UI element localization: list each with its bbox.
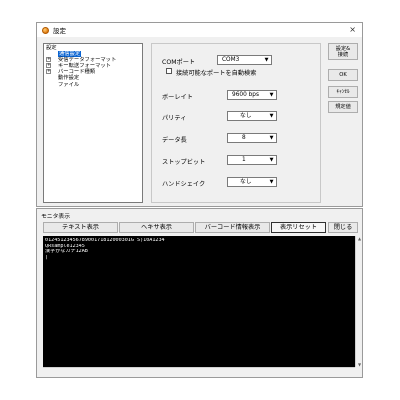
auto-search-checkbox[interactable] bbox=[166, 68, 172, 74]
monitor-title: モニタ表示 bbox=[41, 214, 70, 220]
defaults-button[interactable]: 規定値 bbox=[328, 101, 358, 113]
barcode-info-button[interactable]: バーコード情報表示 bbox=[195, 222, 270, 233]
auto-search-label: 接続可能なポートを自動検索 bbox=[176, 70, 257, 77]
baud-rate-label: ボーレイト bbox=[162, 94, 193, 101]
settings-titlebar: 設定 × bbox=[37, 23, 362, 37]
chevron-down-icon: ▼ bbox=[269, 157, 274, 163]
baud-rate-select[interactable]: 9600 bps ▼ bbox=[227, 90, 277, 100]
expand-icon[interactable]: + bbox=[46, 69, 51, 75]
handshake-label: ハンドシェイク bbox=[162, 181, 206, 188]
chevron-down-icon: ▼ bbox=[269, 135, 274, 141]
hex-view-button[interactable]: ヘキサ表示 bbox=[119, 222, 194, 233]
handshake-select[interactable]: なし ▼ bbox=[227, 177, 277, 187]
tree-item-file[interactable]: ファイル bbox=[46, 82, 140, 88]
monitor-console[interactable]: 0124512345678900171812000301G S)10A1234 … bbox=[43, 236, 355, 367]
horizontal-scrollbar[interactable] bbox=[43, 367, 355, 374]
chevron-down-icon: ▼ bbox=[269, 113, 274, 119]
reset-view-button[interactable]: 表示リセット bbox=[271, 222, 326, 233]
comm-settings-panel: COMポート COM3 ▼ 接続可能なポートを自動検索 ボーレイト 9600 b… bbox=[151, 43, 321, 203]
com-port-label: COMポート bbox=[162, 59, 196, 66]
settings-tree: 設定 通信設定 + 受信データフォーマット + キー転送フォーマット + バーコード種… bbox=[43, 43, 143, 203]
stop-bit-select[interactable]: 1 ▼ bbox=[227, 155, 277, 165]
vertical-scrollbar[interactable]: ▲ ▼ bbox=[355, 236, 362, 367]
close-button[interactable]: 閉じる bbox=[328, 222, 358, 233]
app-icon bbox=[42, 26, 49, 34]
ok-button[interactable]: OK bbox=[328, 69, 358, 81]
com-port-select[interactable]: COM3 ▼ bbox=[217, 55, 272, 65]
settings-dialog: 設定 × 設定 通信設定 + 受信データフォーマット + キー転送フォーマット + バ… bbox=[36, 22, 363, 207]
data-length-label: データ長 bbox=[162, 137, 187, 144]
close-icon[interactable]: × bbox=[349, 25, 356, 34]
chevron-down-icon: ▼ bbox=[269, 92, 274, 98]
scroll-down-icon[interactable]: ▼ bbox=[356, 362, 363, 367]
text-view-button[interactable]: テキスト表示 bbox=[43, 222, 118, 233]
chevron-down-icon: ▼ bbox=[264, 57, 269, 63]
data-length-select[interactable]: 8 ▼ bbox=[227, 133, 277, 143]
console-cursor: | bbox=[45, 254, 49, 260]
parity-label: パリティ bbox=[162, 115, 187, 122]
chevron-down-icon: ▼ bbox=[269, 179, 274, 185]
dialog-title: 設定 bbox=[53, 27, 66, 35]
scroll-up-icon[interactable]: ▲ bbox=[356, 236, 363, 241]
monitor-window: モニタ表示 テキスト表示 ヘキサ表示 バーコード情報表示 表示リセット 閉じる … bbox=[36, 208, 363, 378]
apply-connect-button[interactable]: 設定& 接続 bbox=[328, 43, 358, 60]
cancel-button[interactable]: ｷｬﾝｾﾙ bbox=[328, 86, 358, 98]
parity-select[interactable]: なし ▼ bbox=[227, 111, 277, 121]
expand-icon[interactable]: + bbox=[46, 63, 51, 69]
stop-bit-label: ストップビット bbox=[162, 159, 206, 166]
expand-icon[interactable]: + bbox=[46, 57, 51, 63]
